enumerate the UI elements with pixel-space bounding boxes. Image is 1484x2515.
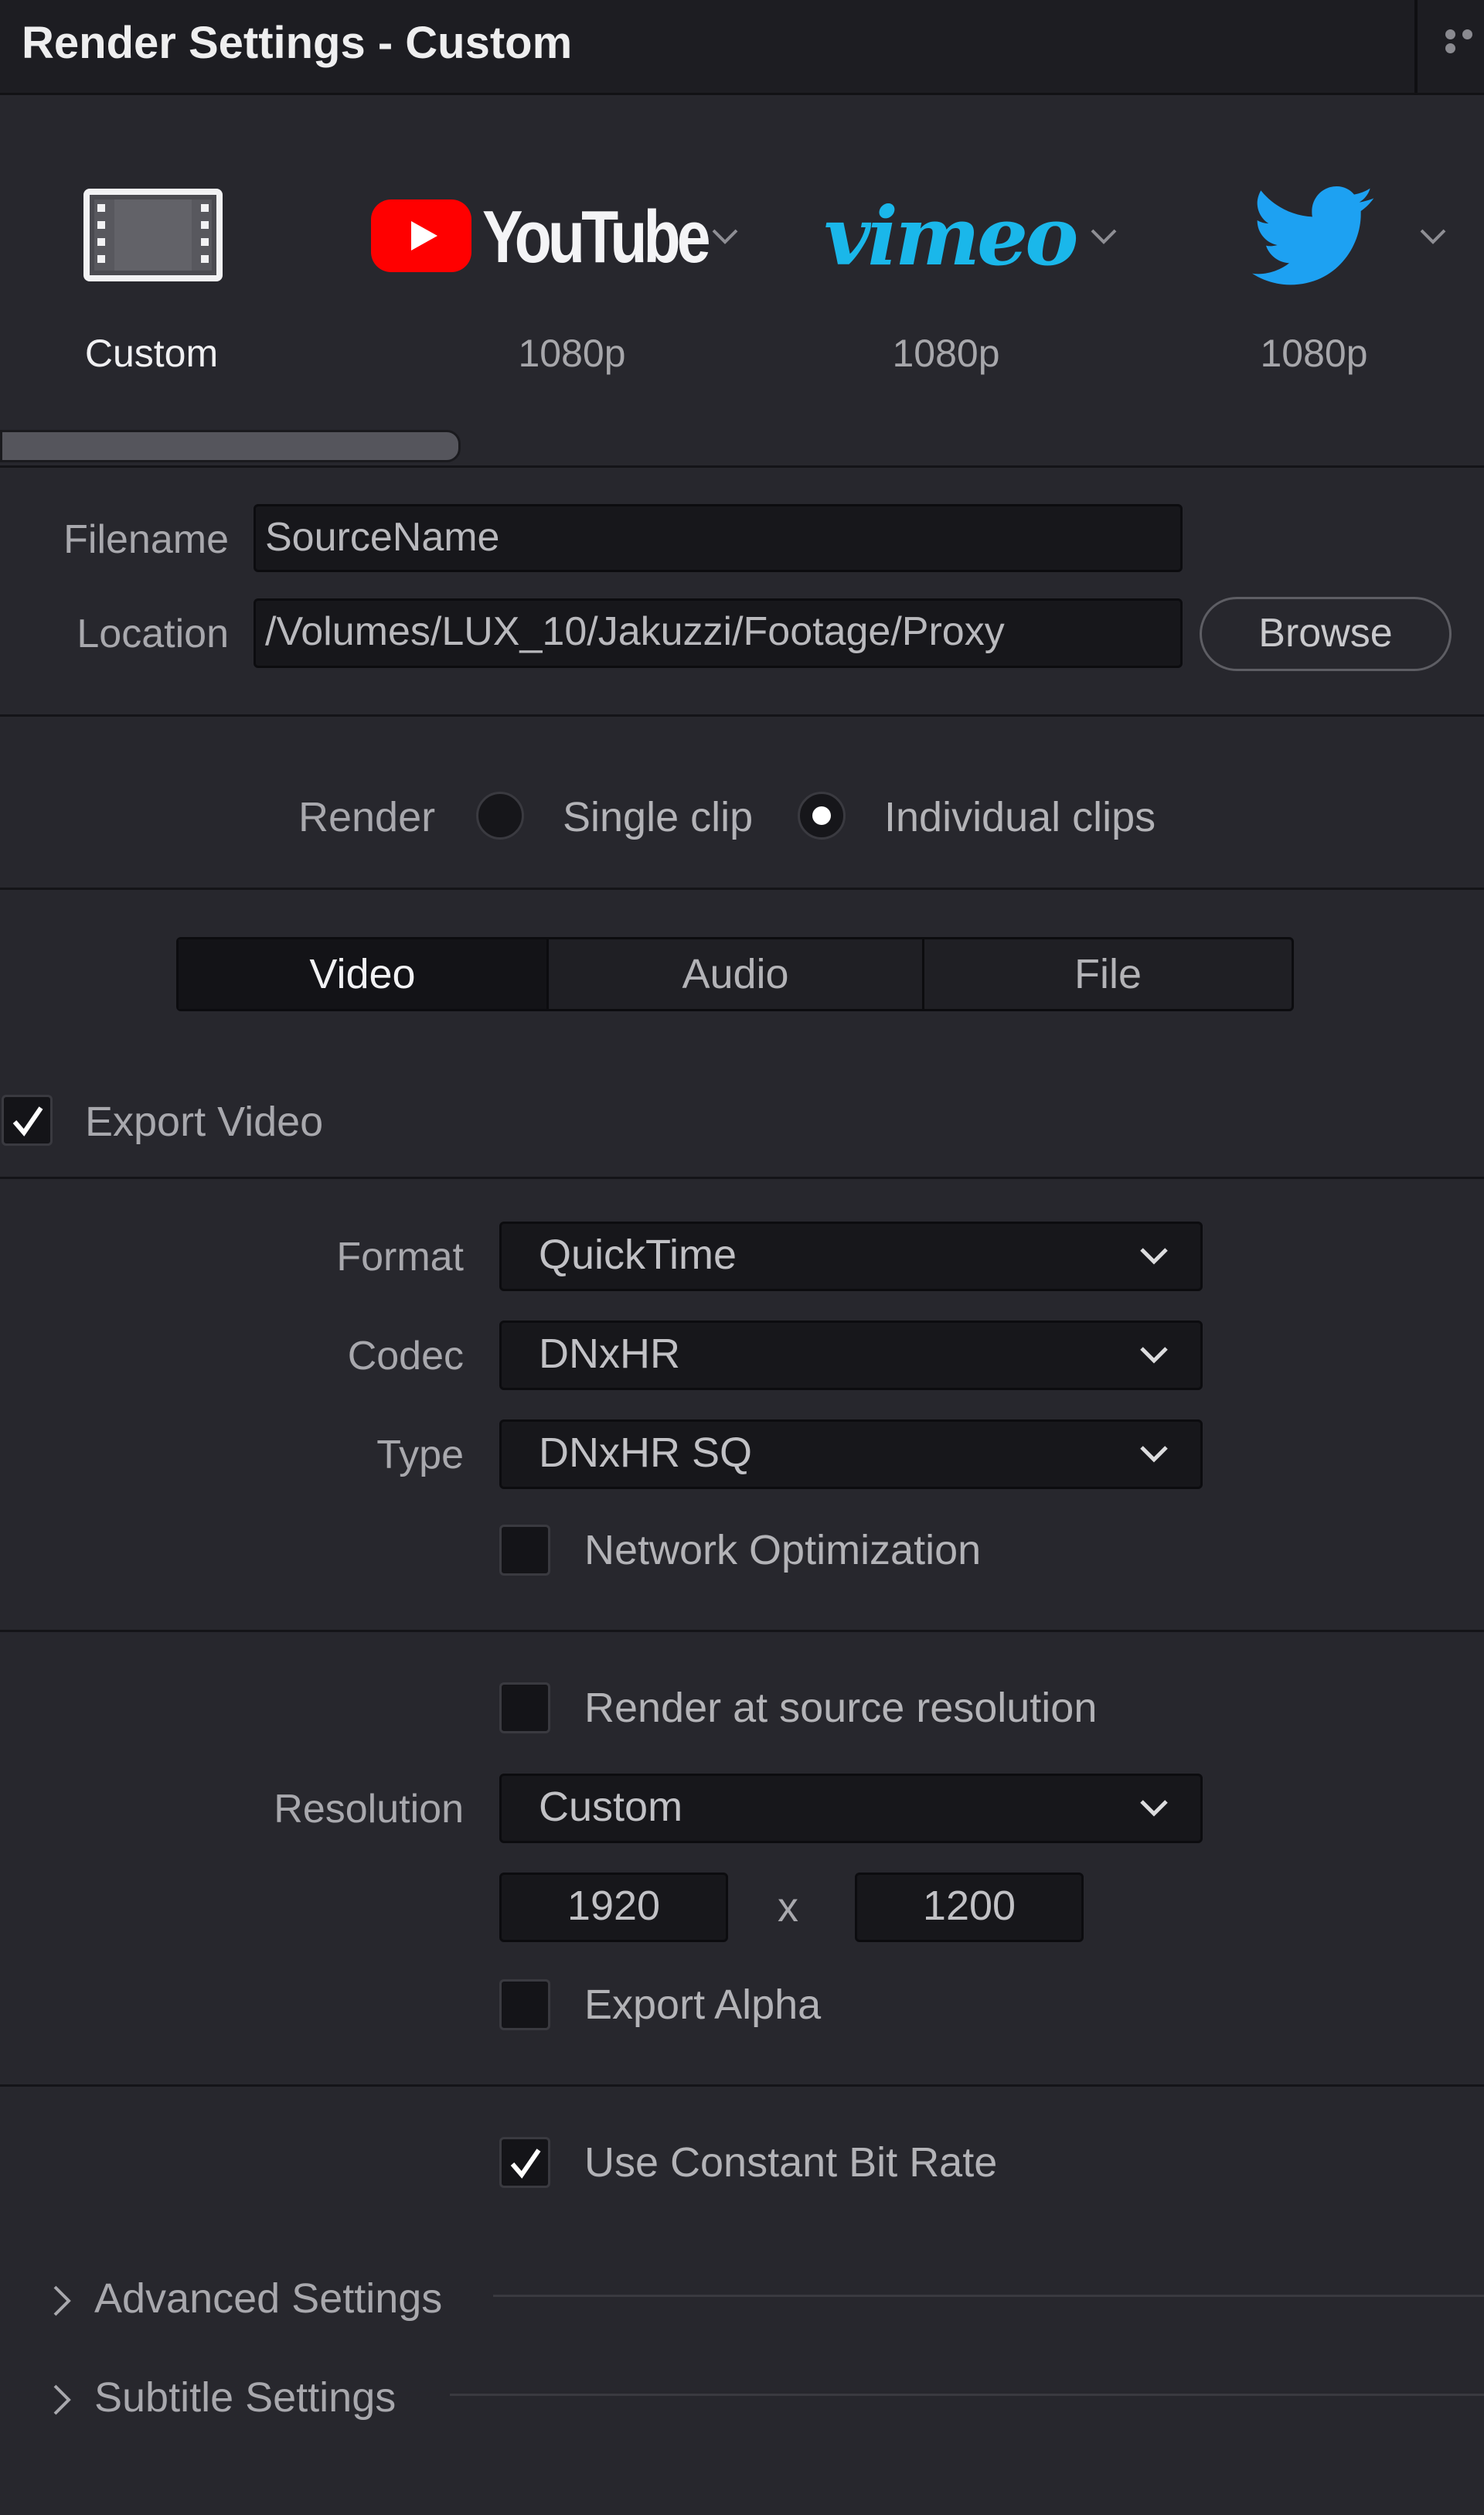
constant-bit-rate-checkbox[interactable] — [499, 2137, 550, 2188]
codec-value: DNxHR — [539, 1331, 680, 1377]
chevron-down-icon — [1140, 1248, 1168, 1265]
advanced-settings-header[interactable]: Advanced Settings — [46, 2273, 1484, 2335]
preset-vimeo[interactable]: vimeo 1080p — [819, 178, 1144, 379]
preset-custom[interactable]: Custom — [36, 178, 267, 379]
dimension-separator: x — [778, 1884, 798, 1931]
more-options-icon[interactable] — [1445, 29, 1484, 53]
single-clip-label[interactable]: Single clip — [563, 793, 753, 841]
vimeo-logo: vimeo — [824, 189, 1079, 284]
export-video-label[interactable]: Export Video — [85, 1098, 323, 1146]
location-label: Location — [77, 612, 229, 656]
type-select[interactable]: DNxHR SQ — [499, 1419, 1203, 1489]
resolution-select[interactable]: Custom — [499, 1774, 1203, 1843]
format-label: Format — [336, 1235, 464, 1280]
chevron-down-icon — [1140, 1347, 1168, 1364]
render-mode-label: Render — [298, 794, 436, 840]
divider — [0, 1630, 1484, 1632]
single-clip-radio[interactable] — [476, 792, 524, 840]
checkmark-icon — [510, 2149, 541, 2179]
export-alpha-checkbox[interactable] — [499, 1979, 550, 2030]
divider — [0, 714, 1484, 717]
codec-label: Codec — [347, 1334, 464, 1378]
subtitle-settings-header[interactable]: Subtitle Settings — [46, 2372, 1484, 2434]
individual-clips-radio[interactable] — [798, 792, 846, 840]
radio-selected-dot — [812, 806, 831, 825]
subtitle-settings-label: Subtitle Settings — [94, 2374, 397, 2421]
codec-select[interactable]: DNxHR — [499, 1321, 1203, 1390]
preset-youtube-label: 1080p — [518, 332, 626, 375]
youtube-wordmark: YouTube — [482, 196, 711, 278]
twitter-chevron-down-icon[interactable] — [1419, 227, 1447, 246]
type-value: DNxHR SQ — [539, 1430, 753, 1476]
network-optimization-label[interactable]: Network Optimization — [584, 1526, 981, 1574]
window-title: Render Settings - Custom — [22, 18, 573, 68]
checkmark-icon — [12, 1106, 43, 1137]
title-separator — [1414, 0, 1418, 93]
format-select[interactable]: QuickTime — [499, 1222, 1203, 1291]
preset-scrollbar[interactable] — [0, 430, 461, 462]
divider — [0, 465, 1484, 468]
filename-field[interactable]: SourceName — [254, 504, 1183, 572]
height-input[interactable]: 1200 — [855, 1873, 1084, 1942]
source-resolution-checkbox[interactable] — [499, 1682, 550, 1733]
filename-label: Filename — [63, 517, 229, 562]
youtube-logo — [371, 199, 471, 272]
chevron-right-icon — [53, 2285, 71, 2316]
chevron-right-icon — [53, 2384, 71, 2415]
export-alpha-label[interactable]: Export Alpha — [584, 1981, 821, 2029]
section-rule — [450, 2394, 1484, 2396]
browse-button[interactable]: Browse — [1200, 597, 1452, 671]
individual-clips-label[interactable]: Individual clips — [884, 793, 1156, 841]
vimeo-chevron-down-icon[interactable] — [1090, 227, 1118, 246]
tab-video[interactable]: Video — [179, 939, 546, 1009]
settings-tabs: Video Audio File — [176, 937, 1294, 1011]
divider — [0, 888, 1484, 890]
resolution-value: Custom — [539, 1784, 683, 1830]
location-field[interactable]: /Volumes/LUX_10/Jakuzzi/Footage/Proxy — [254, 598, 1183, 668]
advanced-settings-label: Advanced Settings — [94, 2275, 443, 2322]
chevron-down-icon — [1140, 1446, 1168, 1463]
divider — [0, 2084, 1484, 2087]
divider — [0, 1177, 1484, 1179]
resolution-label: Resolution — [274, 1787, 464, 1832]
export-video-checkbox[interactable] — [2, 1095, 53, 1146]
preset-youtube[interactable]: YouTube 1080p — [371, 178, 757, 379]
chevron-down-icon — [1140, 1800, 1168, 1817]
source-resolution-label[interactable]: Render at source resolution — [584, 1684, 1097, 1732]
network-optimization-checkbox[interactable] — [499, 1525, 550, 1576]
tab-file[interactable]: File — [922, 939, 1292, 1009]
twitter-bird-logo — [1252, 186, 1374, 285]
youtube-chevron-down-icon[interactable] — [711, 227, 739, 246]
film-strip-icon — [83, 189, 223, 281]
preset-twitter[interactable]: 1080p — [1206, 178, 1484, 379]
preset-custom-label: Custom — [84, 332, 219, 375]
tab-audio[interactable]: Audio — [546, 939, 922, 1009]
section-rule — [493, 2295, 1484, 2297]
preset-vimeo-label: 1080p — [892, 332, 1000, 375]
width-input[interactable]: 1920 — [499, 1873, 728, 1942]
format-value: QuickTime — [539, 1232, 737, 1278]
constant-bit-rate-label[interactable]: Use Constant Bit Rate — [584, 2138, 997, 2186]
type-label: Type — [376, 1433, 464, 1477]
preset-twitter-label: 1080p — [1260, 332, 1368, 375]
